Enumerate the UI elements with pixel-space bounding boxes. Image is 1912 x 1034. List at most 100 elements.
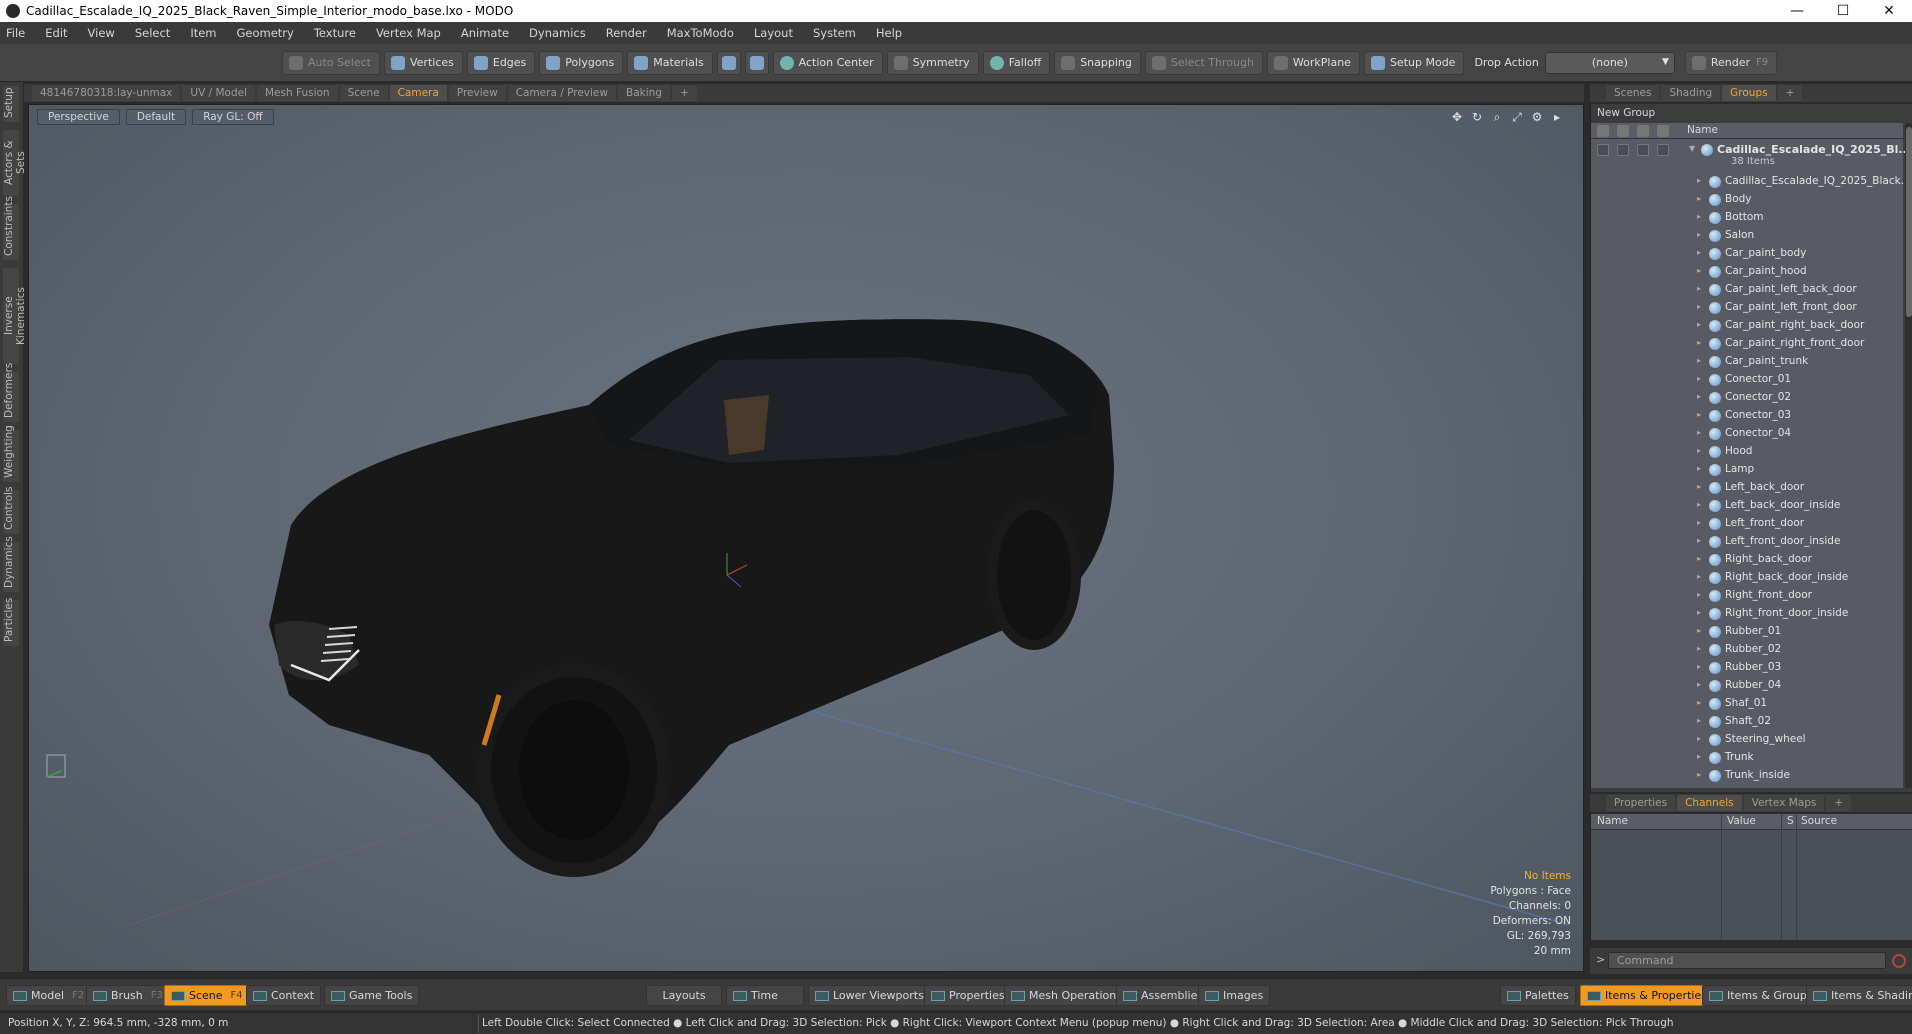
edges-button[interactable]: Edges <box>466 50 536 75</box>
images-button[interactable]: Images <box>1198 985 1271 1006</box>
list-item[interactable]: ▸ Car_paint_left_front_door <box>1591 299 1903 317</box>
workplane-button[interactable]: WorkPlane <box>1266 50 1360 75</box>
expand-toggle-icon[interactable]: ▸ <box>1697 662 1701 671</box>
expand-toggle-icon[interactable]: ▸ <box>1697 518 1701 527</box>
menu-vertex-map[interactable]: Vertex Map <box>376 26 441 40</box>
menu-help[interactable]: Help <box>876 26 902 40</box>
menu-edit[interactable]: Edit <box>45 26 67 40</box>
item-mode-button[interactable] <box>716 50 741 75</box>
command-input[interactable]: Command <box>1608 952 1886 969</box>
assemblies-button[interactable]: Assemblies <box>1116 985 1211 1006</box>
tab-layout-unmax[interactable]: 48146780318:lay-unmax <box>32 85 181 101</box>
list-item[interactable]: ▸ Body <box>1591 191 1903 209</box>
visibility-toggle[interactable] <box>1617 144 1629 156</box>
list-item[interactable]: ▸ Rubber_03 <box>1591 659 1903 677</box>
expand-toggle-icon[interactable]: ▸ <box>1697 212 1701 221</box>
add-channel-tab-button[interactable]: + <box>1826 795 1852 811</box>
expand-toggle-icon[interactable]: ▸ <box>1697 482 1701 491</box>
record-macro-icon[interactable] <box>1892 954 1906 968</box>
expand-toggle-icon[interactable]: ▸ <box>1697 716 1701 725</box>
expand-toggle-icon[interactable]: ▸ <box>1697 356 1701 365</box>
expand-toggle-icon[interactable]: ▸ <box>1697 464 1701 473</box>
palettes-button[interactable]: Palettes <box>1500 985 1576 1006</box>
maximize-button[interactable]: ☐ <box>1820 0 1866 22</box>
tab-actors-sets[interactable]: Actors & Sets <box>3 130 27 196</box>
list-item[interactable]: ▸ Left_front_door_inside <box>1591 533 1903 551</box>
add-right-tab-button[interactable]: + <box>1777 85 1803 101</box>
tab-constraints[interactable]: Constraints <box>3 196 19 260</box>
expand-toggle-icon[interactable]: ▸ <box>1697 446 1701 455</box>
menu-system[interactable]: System <box>813 26 856 40</box>
channels-name-header[interactable]: Name <box>1597 815 1628 827</box>
list-item[interactable]: ▸ Car_paint_body <box>1591 245 1903 263</box>
time-button[interactable]: Time <box>726 985 804 1006</box>
list-item[interactable]: ▸ Conector_04 <box>1591 425 1903 443</box>
expand-toggle-icon[interactable]: ▸ <box>1697 734 1701 743</box>
tab-camera-preview[interactable]: Camera / Preview <box>507 85 616 101</box>
expand-toggle-icon[interactable]: ▸ <box>1697 338 1701 347</box>
expand-toggle-icon[interactable]: ▸ <box>1697 500 1701 509</box>
list-item[interactable]: ▸ Conector_02 <box>1591 389 1903 407</box>
list-item[interactable]: ▸ Right_back_door <box>1591 551 1903 569</box>
list-item[interactable]: ▸ Rubber_04 <box>1591 677 1903 695</box>
list-item[interactable]: ▸ Left_back_door_inside <box>1591 497 1903 515</box>
list-item[interactable]: ▸ Salon <box>1591 227 1903 245</box>
materials-button[interactable]: Materials <box>627 50 713 75</box>
tab-scenes[interactable]: Scenes <box>1606 85 1660 101</box>
outliner-scrollbar[interactable] <box>1905 123 1912 788</box>
menu-geometry[interactable]: Geometry <box>237 26 294 40</box>
polygons-button[interactable]: Polygons <box>539 50 624 75</box>
expand-toggle-icon[interactable]: ▸ <box>1697 302 1701 311</box>
menu-dynamics[interactable]: Dynamics <box>529 26 586 40</box>
list-item[interactable]: ▸ Car_paint_right_back_door <box>1591 317 1903 335</box>
list-item[interactable]: ▸ Rubber_01 <box>1591 623 1903 641</box>
expand-toggle-icon[interactable]: ▸ <box>1697 248 1701 257</box>
tab-particles[interactable]: Particles <box>3 598 19 646</box>
auto-select-button[interactable]: Auto Select <box>282 50 380 75</box>
tab-vertex-maps[interactable]: Vertex Maps <box>1743 795 1825 811</box>
tab-controls[interactable]: Controls <box>3 487 19 534</box>
expand-toggle-icon[interactable]: ▸ <box>1697 194 1701 203</box>
falloff-button[interactable]: Falloff <box>982 50 1051 75</box>
select-through-button[interactable]: Select Through <box>1144 50 1263 75</box>
layouts-button[interactable]: Layouts <box>646 985 722 1006</box>
menu-maxtomodo[interactable]: MaxToModo <box>667 26 734 40</box>
tab-groups[interactable]: Groups <box>1722 85 1776 101</box>
setup-mode-button[interactable]: Setup Mode <box>1363 50 1465 75</box>
symmetry-button[interactable]: Symmetry <box>886 50 979 75</box>
tab-shading[interactable]: Shading <box>1661 85 1721 101</box>
list-item[interactable]: ▸ Car_paint_right_front_door <box>1591 335 1903 353</box>
list-item[interactable]: ▸ Shaft_02 <box>1591 713 1903 731</box>
group-root-row[interactable]: ▼ Cadillac_Escalade_IQ_2025_Bl... 38 Items <box>1591 141 1911 169</box>
scrollbar-thumb[interactable] <box>1906 127 1912 317</box>
list-item[interactable]: ▸ Trunk_inside <box>1591 767 1903 785</box>
expand-toggle-icon[interactable]: ▸ <box>1697 608 1701 617</box>
menu-render[interactable]: Render <box>606 26 647 40</box>
expand-toggle-icon[interactable]: ▸ <box>1697 392 1701 401</box>
new-group-button[interactable]: New Group <box>1591 104 1912 122</box>
menu-layout[interactable]: Layout <box>754 26 793 40</box>
list-item[interactable]: ▸ Car_paint_hood <box>1591 263 1903 281</box>
list-item[interactable]: ▸ Steering_wheel <box>1591 731 1903 749</box>
expand-toggle-icon[interactable]: ▸ <box>1697 572 1701 581</box>
expand-toggle-icon[interactable]: ▼ <box>1689 144 1695 153</box>
expand-toggle-icon[interactable]: ▸ <box>1697 680 1701 689</box>
list-item[interactable]: ▸ Car_paint_trunk <box>1591 353 1903 371</box>
menu-texture[interactable]: Texture <box>314 26 356 40</box>
expand-toggle-icon[interactable]: ▸ <box>1697 644 1701 653</box>
vertices-button[interactable]: Vertices <box>383 50 463 75</box>
tab-deformers[interactable]: Deformers <box>3 363 19 422</box>
properties-button[interactable]: Properties <box>924 985 1012 1006</box>
menu-view[interactable]: View <box>88 26 115 40</box>
3d-viewport[interactable]: Perspective Default Ray GL: Off ✥ ↻ ⌕ ⤢ … <box>28 104 1584 972</box>
tab-weighting[interactable]: Weighting <box>3 425 19 482</box>
add-tab-button[interactable]: + <box>671 85 697 101</box>
list-item[interactable]: ▸ Conector_01 <box>1591 371 1903 389</box>
list-item[interactable]: ▸ Car_paint_left_back_door <box>1591 281 1903 299</box>
expand-toggle-icon[interactable]: ▸ <box>1697 752 1701 761</box>
list-item[interactable]: ▸ Cadillac_Escalade_IQ_2025_Black... <box>1591 173 1911 191</box>
expand-toggle-icon[interactable]: ▸ <box>1697 536 1701 545</box>
tab-properties[interactable]: Properties <box>1606 795 1676 811</box>
list-item[interactable]: ▸ Right_back_door_inside <box>1591 569 1903 587</box>
list-item[interactable]: ▸ Right_front_door_inside <box>1591 605 1903 623</box>
